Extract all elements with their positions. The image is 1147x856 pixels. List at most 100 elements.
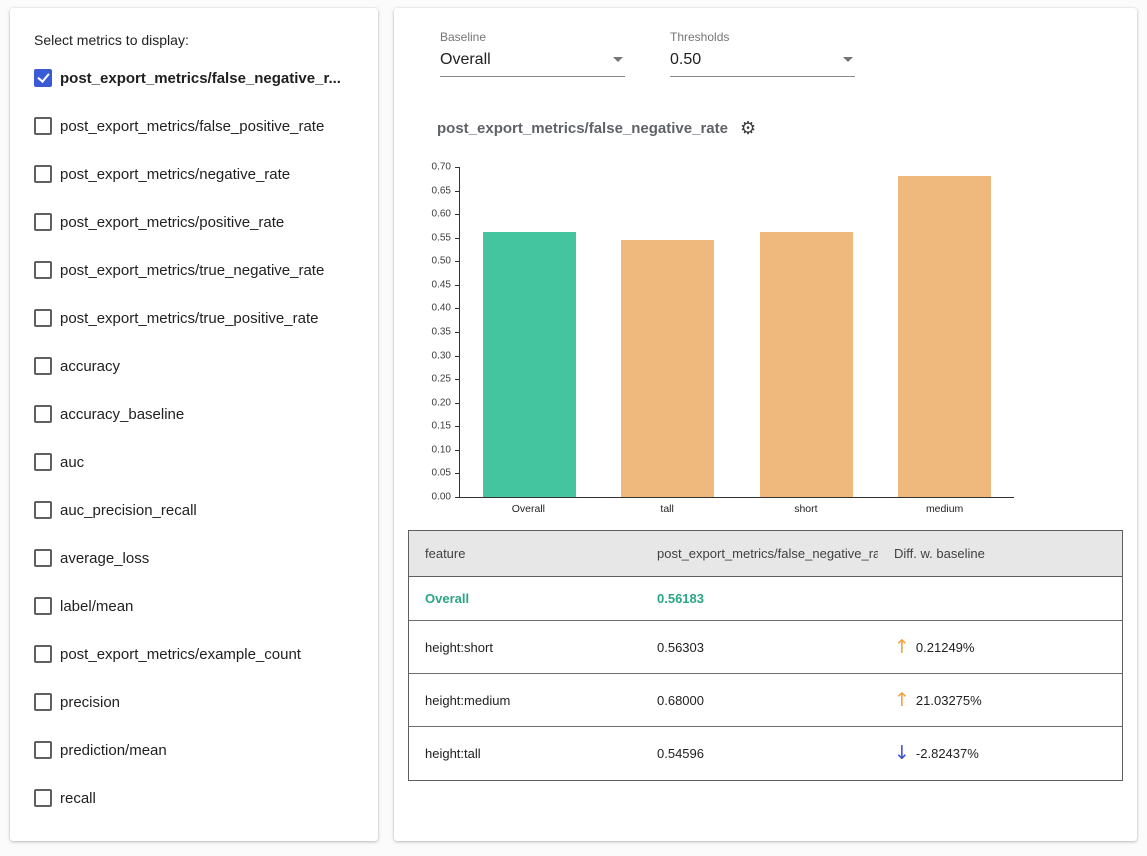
bar-medium[interactable]: [898, 176, 991, 497]
checkbox-icon[interactable]: [34, 693, 52, 711]
metric-item-post-export-metrics-true-negative-rate[interactable]: post_export_metrics/true_negative_rate: [34, 246, 358, 294]
gear-icon[interactable]: ⚙: [740, 119, 756, 137]
table-row-Overall: Overall0.56183: [409, 577, 1122, 621]
x-label-Overall: Overall: [459, 503, 598, 515]
checkbox-icon[interactable]: [34, 309, 52, 327]
y-tick-mark: [455, 238, 460, 239]
y-tick-mark: [455, 426, 460, 427]
baseline-select[interactable]: Overall: [440, 49, 625, 77]
bar-Overall[interactable]: [483, 232, 576, 497]
bar-slot: [460, 167, 599, 497]
metric-item-post-export-metrics-negative-rate[interactable]: post_export_metrics/negative_rate: [34, 150, 358, 198]
metric-item-precision[interactable]: precision: [34, 678, 358, 726]
y-tick-mark: [455, 214, 460, 215]
feature-cell: height:medium: [409, 685, 641, 716]
y-tick-label: 0.50: [409, 256, 451, 267]
metric-label: average_loss: [60, 550, 149, 567]
bars-row: [460, 167, 1014, 497]
checkbox-icon[interactable]: [34, 501, 52, 519]
metric-item-post-export-metrics-example-count[interactable]: post_export_metrics/example_count: [34, 630, 358, 678]
metric-item-label-mean[interactable]: label/mean: [34, 582, 358, 630]
checkbox-icon[interactable]: [34, 117, 52, 135]
header-metric-value: post_export_metrics/false_negative_rat..…: [641, 531, 878, 576]
metrics-table-body: Overall0.56183height:short0.56303↑0.2124…: [409, 577, 1122, 780]
metric-item-post-export-metrics-true-positive-rate[interactable]: post_export_metrics/true_positive_rate: [34, 294, 358, 342]
checkbox-icon[interactable]: [34, 789, 52, 807]
checkbox-icon[interactable]: [34, 645, 52, 663]
checkbox-icon[interactable]: [34, 405, 52, 423]
metric-item-accuracy-baseline[interactable]: accuracy_baseline: [34, 390, 358, 438]
metric-item-recall[interactable]: recall: [34, 774, 358, 822]
bar-chart: 0.000.050.100.150.200.250.300.350.400.45…: [445, 167, 1045, 515]
y-tick-label: 0.00: [409, 492, 451, 503]
y-tick-mark: [455, 403, 460, 404]
y-tick-label: 0.40: [409, 303, 451, 314]
metric-item-average-loss[interactable]: average_loss: [34, 534, 358, 582]
table-header-row: feature post_export_metrics/false_negati…: [409, 531, 1122, 577]
metric-label: auc_precision_recall: [60, 502, 197, 519]
controls-row: Baseline Overall Thresholds 0.50: [440, 30, 1123, 77]
metric-selector-panel: Select metrics to display: post_export_m…: [10, 8, 378, 841]
baseline-select-group: Baseline Overall: [440, 30, 625, 77]
arrow-up-icon: ↑: [894, 638, 910, 657]
table-row-height-medium: height:medium0.68000↑21.03275%: [409, 674, 1122, 727]
metric-item-accuracy[interactable]: accuracy: [34, 342, 358, 390]
checkbox-icon[interactable]: [34, 453, 52, 471]
y-tick-mark: [455, 356, 460, 357]
checkbox-icon[interactable]: [34, 261, 52, 279]
value-cell: 0.68000: [641, 685, 878, 716]
x-label-medium: medium: [875, 503, 1014, 515]
y-tick-mark: [455, 261, 460, 262]
metric-item-post-export-metrics-positive-rate[interactable]: post_export_metrics/positive_rate: [34, 198, 358, 246]
y-tick-mark: [455, 285, 460, 286]
thresholds-select[interactable]: 0.50: [670, 49, 855, 77]
metric-label: post_export_metrics/negative_rate: [60, 166, 290, 183]
diff-value: 0.21249%: [916, 640, 975, 655]
checkbox-icon[interactable]: [34, 165, 52, 183]
header-diff-baseline: Diff. w. baseline: [878, 531, 1122, 576]
x-label-short: short: [737, 503, 876, 515]
thresholds-select-group: Thresholds 0.50: [670, 30, 855, 77]
x-axis-labels: Overalltallshortmedium: [459, 503, 1014, 515]
metric-item-post-export-metrics-false-negative-r[interactable]: post_export_metrics/false_negative_r...: [34, 54, 358, 102]
y-tick-label: 0.55: [409, 232, 451, 243]
y-tick-label: 0.25: [409, 374, 451, 385]
checkbox-icon[interactable]: [34, 597, 52, 615]
metric-label: auc: [60, 454, 84, 471]
metric-label: label/mean: [60, 598, 133, 615]
metric-item-auc-precision-recall[interactable]: auc_precision_recall: [34, 486, 358, 534]
checkbox-checked-icon[interactable]: [34, 69, 52, 87]
y-tick-mark: [455, 473, 460, 474]
bar-slot: [876, 167, 1015, 497]
metric-item-auc[interactable]: auc: [34, 438, 358, 486]
checkbox-icon[interactable]: [34, 213, 52, 231]
chart-header: post_export_metrics/false_negative_rate …: [437, 119, 1123, 137]
diff-value: -2.82437%: [916, 746, 979, 761]
metric-label: prediction/mean: [60, 742, 167, 759]
header-feature: feature: [409, 531, 641, 576]
bar-short[interactable]: [760, 232, 853, 497]
bar-tall[interactable]: [621, 240, 714, 497]
y-tick-mark: [455, 308, 460, 309]
bar-slot: [599, 167, 738, 497]
metric-label: post_export_metrics/positive_rate: [60, 214, 284, 231]
metric-label: post_export_metrics/false_positive_rate: [60, 118, 324, 135]
metric-label: recall: [60, 790, 96, 807]
metric-item-prediction-mean[interactable]: prediction/mean: [34, 726, 358, 774]
metric-item-post-export-metrics-false-positive-rate[interactable]: post_export_metrics/false_positive_rate: [34, 102, 358, 150]
baseline-value: Overall: [440, 51, 491, 68]
checkbox-icon[interactable]: [34, 741, 52, 759]
y-tick-label: 0.20: [409, 397, 451, 408]
metric-label: post_export_metrics/true_negative_rate: [60, 262, 324, 279]
value-cell: 0.54596: [641, 738, 878, 769]
feature-cell: height:tall: [409, 738, 641, 769]
value-cell: 0.56183: [641, 583, 878, 614]
y-tick-label: 0.45: [409, 279, 451, 290]
checkbox-icon[interactable]: [34, 357, 52, 375]
bar-slot: [737, 167, 876, 497]
checkbox-icon[interactable]: [34, 549, 52, 567]
x-label-tall: tall: [598, 503, 737, 515]
y-tick-label: 0.70: [409, 162, 451, 173]
metrics-display-panel: Baseline Overall Thresholds 0.50 post_ex…: [394, 8, 1137, 841]
diff-cell: [878, 591, 1122, 607]
